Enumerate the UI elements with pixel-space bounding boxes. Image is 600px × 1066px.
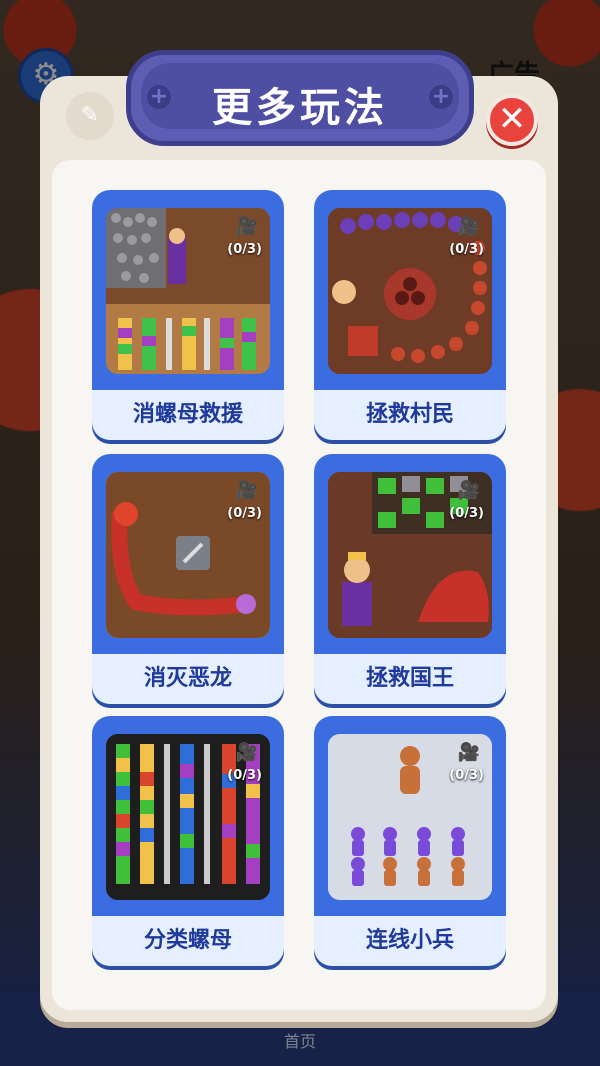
- game-progress: (0/3): [449, 768, 484, 783]
- game-thumbnail-connect-soldiers: 🎥 (0/3): [328, 734, 492, 900]
- pencil-icon: ✎: [66, 92, 114, 140]
- game-title: 拯救村民: [314, 390, 506, 440]
- game-list-scroll[interactable]: 🎥 (0/3) 消螺母救援 🎥 (0/3) 拯救村民 🎥 (0/3) 消灭恶龙 …: [52, 160, 546, 1010]
- game-title: 分类螺母: [92, 916, 284, 966]
- more-games-dialog: 🎥 (0/3) 消螺母救援 🎥 (0/3) 拯救村民 🎥 (0/3) 消灭恶龙 …: [40, 76, 558, 1022]
- game-thumbnail-nut-rescue: 🎥 (0/3): [106, 208, 270, 374]
- game-title: 连线小兵: [314, 916, 506, 966]
- game-title: 拯救国王: [314, 654, 506, 704]
- game-thumbnail-save-villagers: 🎥 (0/3): [328, 208, 492, 374]
- game-thumbnail-save-king: 🎥 (0/3): [328, 472, 492, 638]
- game-progress: (0/3): [227, 242, 262, 257]
- game-title: 消螺母救援: [92, 390, 284, 440]
- game-card-nut-rescue[interactable]: 🎥 (0/3) 消螺母救援: [92, 190, 284, 440]
- video-camera-icon: 🎥: [457, 742, 480, 763]
- game-card-save-villagers[interactable]: 🎥 (0/3) 拯救村民: [314, 190, 506, 440]
- game-progress: (0/3): [449, 242, 484, 257]
- video-camera-icon: 🎥: [457, 480, 480, 501]
- game-card-sort-nuts[interactable]: 🎥 (0/3) 分类螺母: [92, 716, 284, 966]
- dialog-title-plate: + + 更多玩法: [126, 50, 474, 146]
- video-camera-icon: 🎥: [235, 480, 258, 501]
- game-title: 消灭恶龙: [92, 654, 284, 704]
- dialog-title: 更多玩法: [212, 85, 388, 131]
- game-card-connect-soldiers[interactable]: 🎥 (0/3) 连线小兵: [314, 716, 506, 966]
- game-progress: (0/3): [449, 506, 484, 521]
- game-card-save-king[interactable]: 🎥 (0/3) 拯救国王: [314, 454, 506, 704]
- game-thumbnail-sort-nuts: 🎥 (0/3): [106, 734, 270, 900]
- video-camera-icon: 🎥: [235, 216, 258, 237]
- video-camera-icon: 🎥: [235, 742, 258, 763]
- close-icon: ✕: [497, 99, 527, 139]
- game-card-slay-dragon[interactable]: 🎥 (0/3) 消灭恶龙: [92, 454, 284, 704]
- close-button[interactable]: ✕: [486, 94, 538, 146]
- game-progress: (0/3): [227, 768, 262, 783]
- video-camera-icon: 🎥: [457, 216, 480, 237]
- game-thumbnail-slay-dragon: 🎥 (0/3): [106, 472, 270, 638]
- game-progress: (0/3): [227, 506, 262, 521]
